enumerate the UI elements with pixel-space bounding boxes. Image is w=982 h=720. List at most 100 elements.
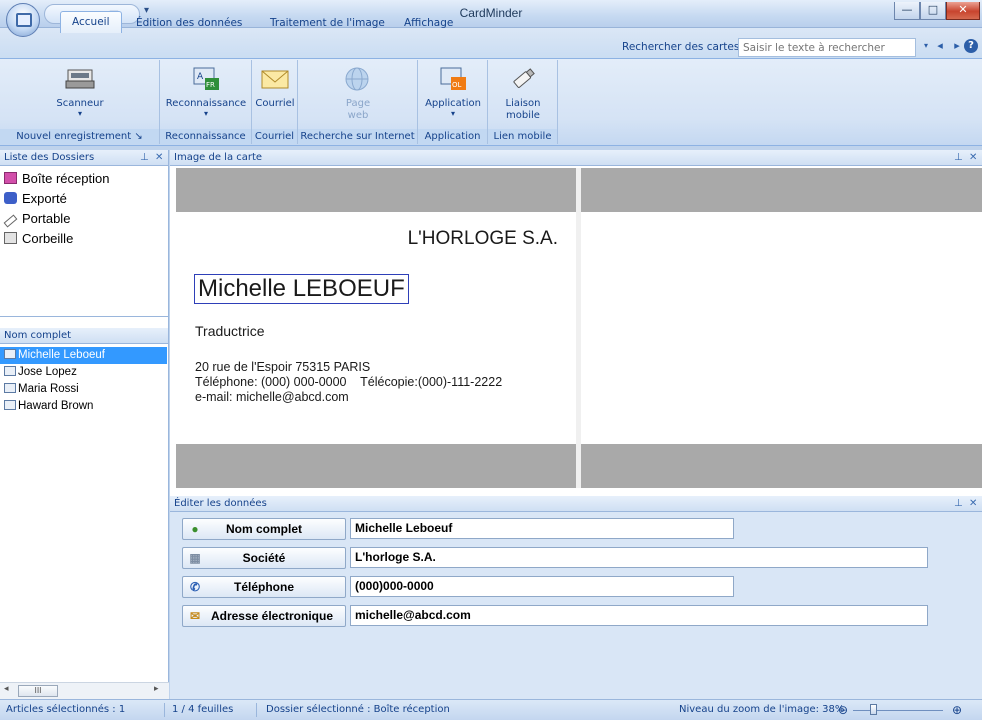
- left-pane: Liste des Dossiers ⊥ ✕ Boîte réception E…: [0, 150, 169, 699]
- card-icon: [4, 366, 16, 376]
- card-list-header[interactable]: Nom complet: [0, 328, 168, 344]
- close-button[interactable]: ✕: [946, 2, 980, 20]
- list-item[interactable]: Maria Rossi: [0, 381, 167, 398]
- card-icon: [4, 349, 16, 359]
- phone-field[interactable]: (000)000-0000: [350, 576, 734, 597]
- web-page-label-1: Page: [345, 98, 371, 109]
- card-icon: [4, 383, 16, 393]
- scanner-icon: [65, 66, 95, 92]
- company-button[interactable]: ▦ Société: [182, 547, 346, 569]
- full-name-button[interactable]: ● Nom complet: [182, 518, 346, 540]
- tab-image-processing[interactable]: Traitement de l'image: [262, 14, 393, 32]
- email-address-button[interactable]: ✉ Adresse électronique: [182, 605, 346, 627]
- folder-icon: [4, 172, 17, 184]
- zoom-in-icon[interactable]: ⊕: [952, 700, 962, 720]
- app-logo-icon: [16, 13, 32, 27]
- group-label-new: Nouvel enregistrement ↘: [0, 129, 159, 144]
- tab-view[interactable]: Affichage: [396, 14, 461, 32]
- group-web-search: Page web Recherche sur Internet: [298, 60, 418, 144]
- group-application: OL Application ▾ Application: [418, 60, 488, 144]
- search-label: Rechercher des cartes :: [622, 41, 747, 53]
- list-item[interactable]: Michelle Leboeuf: [0, 347, 167, 364]
- group-label-email: Courriel: [252, 129, 297, 144]
- web-page-button[interactable]: Page web: [332, 66, 384, 122]
- zoom-slider-track[interactable]: [853, 710, 943, 711]
- group-mobile: Liaison mobile Lien mobile: [488, 60, 558, 144]
- app-menu-button[interactable]: [6, 3, 40, 37]
- folder-portable[interactable]: Portable: [3, 211, 70, 228]
- group-email: Courriel Courriel: [252, 60, 298, 144]
- group-new-record: Scanneur ▾ Nouvel enregistrement ↘: [0, 60, 160, 144]
- card-phones: Téléphone: (000) 000-0000 Télécopie:(000…: [195, 375, 503, 389]
- person-icon: ●: [191, 522, 199, 536]
- divider: [164, 703, 165, 717]
- phone-button[interactable]: ✆ Téléphone: [182, 576, 346, 598]
- scroll-right-icon[interactable]: ▸: [154, 684, 159, 694]
- scanner-button[interactable]: Scanneur ▾: [42, 66, 118, 118]
- list-item[interactable]: Jose Lopez: [0, 364, 167, 381]
- web-page-label-2: web: [347, 110, 369, 121]
- search-next-icon[interactable]: ▸: [949, 38, 965, 54]
- search-previous-icon[interactable]: ◂: [932, 38, 948, 54]
- page-count: 1 / 4 feuilles: [172, 704, 234, 715]
- mobile-label-1: Liaison: [505, 98, 541, 109]
- building-icon: ▦: [189, 551, 201, 565]
- pin-icon[interactable]: ⊥: [140, 150, 149, 165]
- group-recognition: A FR Reconnaissance ▾ Reconnaissance: [160, 60, 252, 144]
- card-company: L'HORLOGE S.A.: [407, 228, 558, 249]
- folder-list-title: Liste des Dossiers: [4, 152, 95, 163]
- list-item[interactable]: Haward Brown: [0, 398, 167, 415]
- zoom-slider-thumb[interactable]: [870, 704, 877, 715]
- group-label-mobile: Lien mobile: [488, 129, 557, 144]
- help-icon[interactable]: ?: [964, 39, 978, 53]
- card-image-header: Image de la carte ⊥ ✕: [170, 150, 982, 166]
- group-label-recognition: Reconnaissance: [160, 129, 251, 144]
- maximize-button[interactable]: □: [920, 2, 946, 20]
- dialog-launcher-icon[interactable]: ↘: [134, 131, 142, 142]
- application-button[interactable]: OL Application ▾: [422, 66, 484, 118]
- email-button[interactable]: Courriel: [254, 66, 296, 110]
- zoom-out-icon[interactable]: ⊖: [838, 700, 848, 720]
- chevron-down-icon: ▾: [77, 109, 82, 118]
- close-icon[interactable]: ✕: [155, 150, 163, 165]
- close-icon[interactable]: ✕: [969, 496, 977, 511]
- scroll-left-icon[interactable]: ◂: [4, 684, 9, 694]
- full-name-field[interactable]: Michelle Leboeuf: [350, 518, 734, 539]
- edit-data-header: Éditer les données ⊥ ✕: [170, 496, 982, 512]
- pin-icon[interactable]: ⊥: [954, 150, 963, 165]
- folder-exported[interactable]: Exporté: [4, 191, 67, 206]
- horizontal-scrollbar[interactable]: ◂ III ▸: [0, 682, 169, 699]
- card-back[interactable]: [581, 212, 982, 444]
- export-icon: [4, 192, 17, 204]
- tab-edit-data[interactable]: Édition des données: [128, 14, 250, 32]
- search-input[interactable]: [738, 38, 916, 57]
- card-icon: [4, 400, 16, 410]
- selected-folder: Dossier sélectionné : Boîte réception: [266, 704, 450, 715]
- envelope-icon: [260, 66, 290, 92]
- group-label-web: Recherche sur Internet: [298, 129, 417, 144]
- card-front[interactable]: L'HORLOGE S.A. Michelle LEBOEUF Traductr…: [176, 212, 576, 444]
- recognition-button[interactable]: A FR Reconnaissance ▾: [162, 66, 250, 118]
- folder-inbox[interactable]: Boîte réception: [4, 171, 109, 186]
- folder-list-header: Liste des Dossiers ⊥ ✕: [0, 150, 168, 166]
- trash-icon: [4, 232, 17, 244]
- svg-text:FR: FR: [206, 81, 215, 89]
- tab-home[interactable]: Accueil: [60, 11, 122, 33]
- globe-icon: [343, 66, 373, 92]
- close-icon[interactable]: ✕: [969, 150, 977, 165]
- divider: [256, 703, 257, 717]
- card-email: e-mail: michelle@abcd.com: [195, 390, 349, 404]
- pin-icon[interactable]: ⊥: [954, 496, 963, 511]
- svg-text:OL: OL: [452, 81, 462, 89]
- card-role: Traductrice: [195, 323, 265, 339]
- envelope-icon: ✉: [189, 609, 201, 623]
- minimize-button[interactable]: —: [894, 2, 920, 20]
- company-field[interactable]: L'horloge S.A.: [350, 547, 928, 568]
- recognition-icon: A FR: [191, 66, 221, 92]
- group-label-application: Application: [418, 129, 487, 144]
- email-address-field[interactable]: michelle@abcd.com: [350, 605, 928, 626]
- mobile-link-button[interactable]: Liaison mobile: [494, 66, 552, 122]
- folder-trash[interactable]: Corbeille: [4, 231, 73, 246]
- scroll-thumb[interactable]: III: [18, 685, 58, 697]
- chevron-down-icon: ▾: [203, 109, 208, 118]
